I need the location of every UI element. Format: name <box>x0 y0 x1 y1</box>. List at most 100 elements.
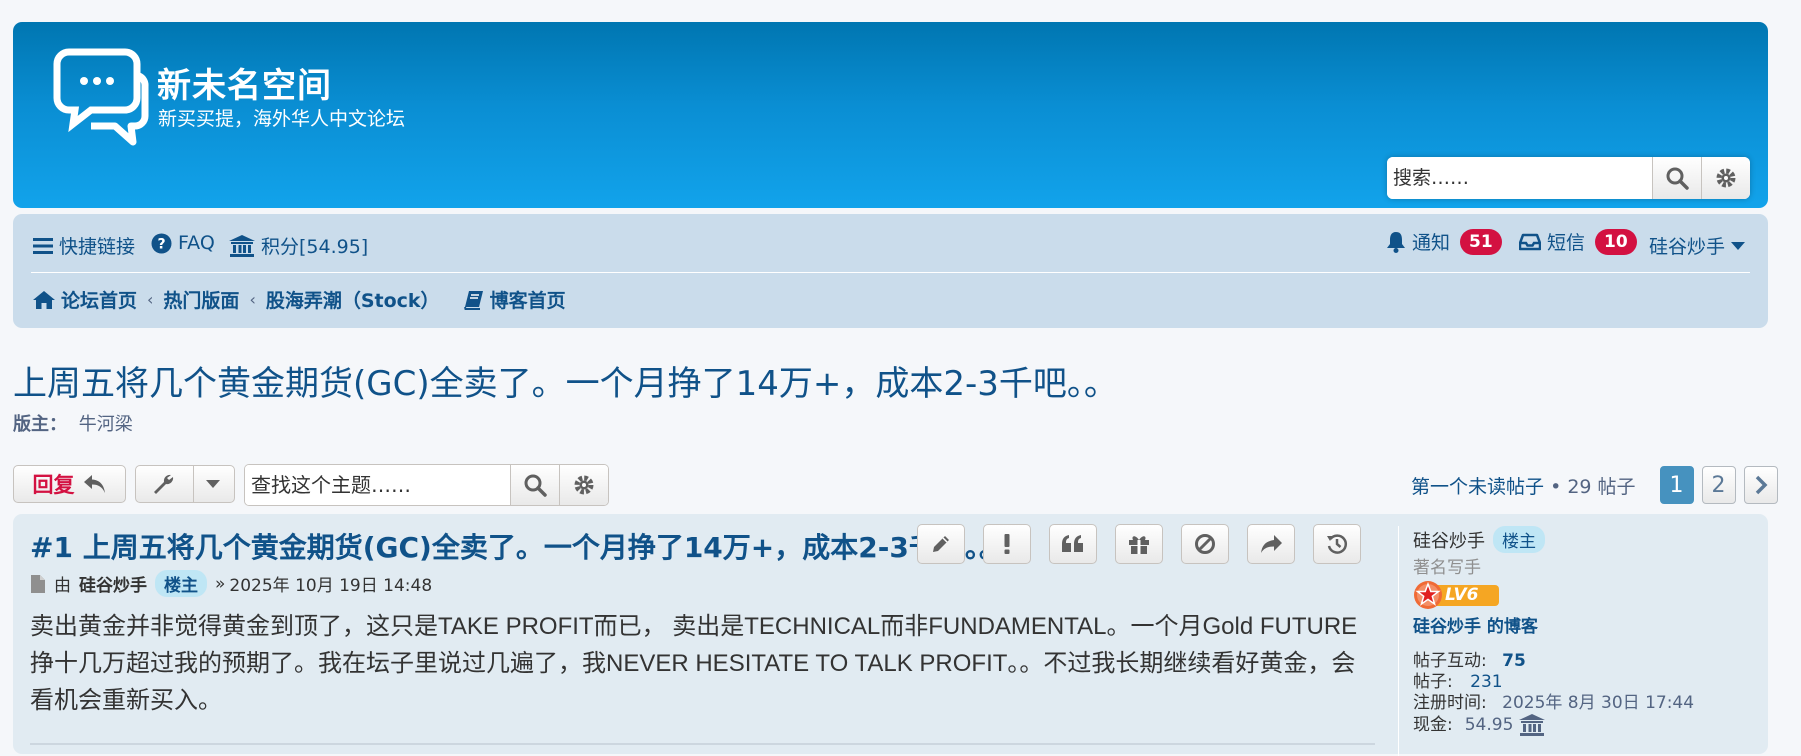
edit-button[interactable] <box>917 524 965 564</box>
faq-label: FAQ <box>178 232 215 254</box>
report-button[interactable] <box>983 524 1031 564</box>
stat-posts-value[interactable]: 231 <box>1470 672 1502 692</box>
share-button[interactable] <box>1247 524 1295 564</box>
post-title[interactable]: #1 上周五将几个黄金期货(GC)全卖了。一个月挣了14万+，成本2-3千吧。。 <box>30 526 1030 566</box>
ban-icon <box>1195 534 1215 554</box>
advanced-search-button[interactable] <box>1701 157 1750 199</box>
chat-bubbles-logo-icon[interactable] <box>39 46 149 146</box>
pagination: 第一个未读帖子 • 29 帖子 1 2 <box>1411 466 1778 504</box>
breadcrumb-hot[interactable]: 热门版面 <box>163 286 239 313</box>
history-icon <box>1327 534 1348 554</box>
post-action-buttons <box>917 524 1361 564</box>
breadcrumb-blog-label: 博客首页 <box>489 290 566 312</box>
topic-advanced-search-button[interactable] <box>559 465 608 505</box>
op-tag: 楼主 <box>155 570 207 597</box>
post-date: 2025年 10月 19日 14:48 <box>229 576 433 596</box>
author-profile: 硅谷炒手 楼主 著名写手 LV6 硅谷炒手 的博客 帖子互动: 75 帖子: 2… <box>1398 526 1773 756</box>
post: #1 上周五将几个黄金期货(GC)全卖了。一个月挣了14万+，成本2-3千吧。。 <box>13 514 1768 756</box>
site-title[interactable]: 新未名空间 <box>157 58 332 107</box>
post-count: 29 帖子 <box>1567 475 1636 498</box>
gift-button[interactable] <box>1115 524 1163 564</box>
topic-search <box>244 464 609 506</box>
gear-icon <box>574 475 594 495</box>
bullet-separator: • <box>1550 475 1562 498</box>
breadcrumb-separator: ‹ <box>249 290 256 309</box>
chevron-right-icon <box>1755 475 1768 495</box>
stat-cash-label: 现金: <box>1413 714 1453 735</box>
profile-blog-link[interactable]: 硅谷炒手 的博客 <box>1413 612 1773 637</box>
reply-button[interactable]: 回复 <box>13 465 126 503</box>
points-label: 积分[54.95] <box>261 236 369 258</box>
page: 新未名空间 新买买提，海外华人中文论坛 快捷链接 ? FAQ 积分 <box>0 0 1801 756</box>
caret-down-icon <box>205 480 220 488</box>
post-meta: 由 硅谷炒手 楼主 » 2025年 10月 19日 14:48 <box>30 570 432 597</box>
quick-links-menu[interactable]: 快捷链接 <box>33 232 135 259</box>
stat-interactions-value[interactable]: 75 <box>1502 651 1526 671</box>
level-text: LV6 <box>1445 585 1479 605</box>
wrench-icon <box>153 474 173 494</box>
reply-arrow-icon <box>83 475 105 493</box>
site-description: 新买买提，海外华人中文论坛 <box>158 108 406 130</box>
moderator-label: 版主： <box>13 414 67 435</box>
breadcrumb-separator: ‹ <box>147 290 154 309</box>
stat-joined-label: 注册时间: <box>1413 693 1487 713</box>
share-icon <box>1261 535 1282 553</box>
exclamation-icon <box>1004 534 1010 554</box>
page-2[interactable]: 2 <box>1701 466 1736 504</box>
breadcrumb-forum[interactable]: 股海弄潮（Stock） <box>266 286 440 313</box>
stat-joined: 注册时间: 2025年 8月 30日 17:44 <box>1413 693 1773 714</box>
search-icon <box>524 474 547 497</box>
points-link[interactable]: 积分[54.95] <box>229 232 368 259</box>
site-header: 新未名空间 新买买提，海外华人中文论坛 <box>13 22 1768 208</box>
stat-interactions-label: 帖子互动: <box>1413 651 1487 671</box>
stat-cash: 现金: 54.95 <box>1413 714 1773 736</box>
breadcrumb-home[interactable]: 论坛首页 <box>33 286 137 313</box>
faq-link[interactable]: ? FAQ <box>151 232 215 254</box>
gift-icon <box>1129 536 1149 554</box>
home-icon <box>33 290 55 309</box>
pagination-info: 第一个未读帖子 • 29 帖子 <box>1411 472 1636 499</box>
quick-links-label: 快捷链接 <box>59 236 136 258</box>
history-button[interactable] <box>1313 524 1361 564</box>
topic-search-button[interactable] <box>510 465 559 505</box>
notifications-link[interactable]: 通知 51 <box>1386 228 1502 255</box>
messages-label: 短信 <box>1547 232 1586 254</box>
svg-text:?: ? <box>157 236 165 252</box>
pencil-icon <box>933 536 949 552</box>
topic-tools-button[interactable] <box>135 465 235 503</box>
bank-icon <box>229 234 255 257</box>
nav-row-links: 快捷链接 ? FAQ 积分[54.95] 通知 51 短信 10 硅谷炒手 <box>13 214 1768 272</box>
post-divider <box>30 743 1375 745</box>
caret-down-icon <box>1731 241 1746 250</box>
username-label: 硅谷炒手 <box>1649 236 1726 258</box>
profile-username[interactable]: 硅谷炒手 <box>1413 527 1485 553</box>
document-icon <box>31 574 45 593</box>
post-author[interactable]: 硅谷炒手 <box>79 571 147 596</box>
moderator-name[interactable]: 牛河梁 <box>79 414 133 435</box>
search-button[interactable] <box>1652 157 1701 199</box>
quote-icon <box>1062 535 1083 552</box>
navbar: 快捷链接 ? FAQ 积分[54.95] 通知 51 短信 10 硅谷炒手 论坛… <box>13 214 1768 328</box>
gear-icon <box>1716 168 1736 188</box>
post-body: 卖出黄金并非觉得黄金到顶了，这只是TAKE PROFIT而已， 卖出是TECHN… <box>30 613 1358 714</box>
stat-interactions: 帖子互动: 75 <box>1413 651 1773 672</box>
stat-posts: 帖子: 231 <box>1413 672 1773 693</box>
profile-name-row: 硅谷炒手 楼主 <box>1413 526 1773 553</box>
breadcrumb-home-label: 论坛首页 <box>61 290 138 312</box>
tools-divider <box>192 466 194 502</box>
page-1[interactable]: 1 <box>1659 466 1694 504</box>
next-page-button[interactable] <box>1743 466 1778 504</box>
search-icon <box>1666 167 1689 190</box>
topic-search-input[interactable] <box>245 465 510 505</box>
first-unread-link[interactable]: 第一个未读帖子 <box>1411 476 1544 498</box>
messages-link[interactable]: 短信 10 <box>1519 228 1637 255</box>
topic-title[interactable]: 上周五将几个黄金期货(GC)全卖了。一个月挣了14万+，成本2-3千吧。。 <box>13 356 1118 405</box>
ignore-button[interactable] <box>1181 524 1229 564</box>
nav-divider <box>31 272 1750 273</box>
user-menu[interactable]: 硅谷炒手 <box>1649 232 1746 259</box>
quote-button[interactable] <box>1049 524 1097 564</box>
breadcrumb-blog-home[interactable]: 博客首页 <box>463 286 566 313</box>
level-badge: LV6 <box>1413 580 1501 610</box>
inbox-icon <box>1519 233 1541 250</box>
search-input[interactable] <box>1387 157 1652 199</box>
